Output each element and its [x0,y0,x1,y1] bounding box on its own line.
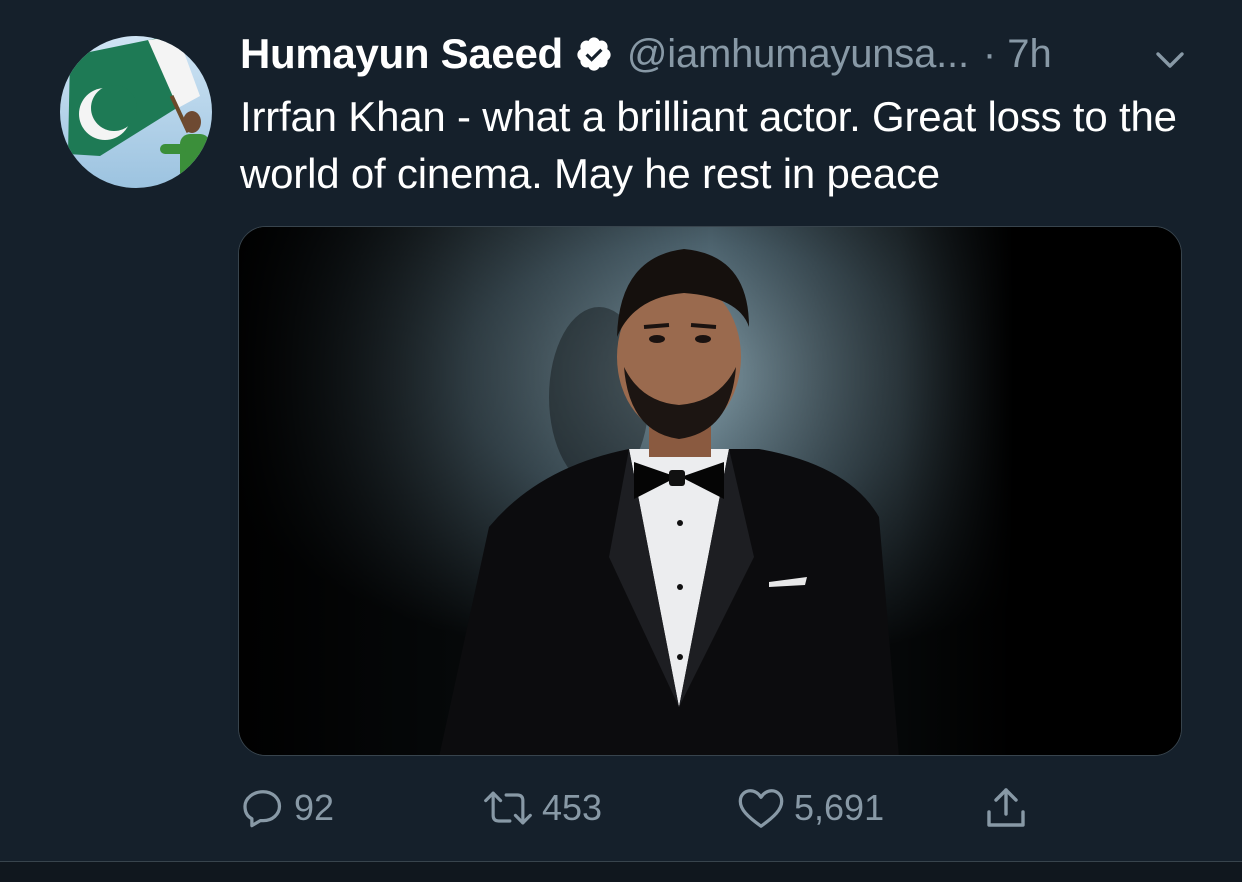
tweet-actions-bar: 92 453 5,691 [240,780,1060,836]
author-handle[interactable]: @iamhumayunsa... [627,32,969,77]
retweet-icon [484,791,532,825]
share-button[interactable] [982,780,1030,836]
like-count: 5,691 [794,787,885,828]
tweet-text: Irrfan Khan - what a brilliant actor. Gr… [240,93,1177,197]
like-button[interactable]: 5,691 [736,780,884,836]
share-upload-icon [987,788,1025,827]
avatar-image [60,36,212,188]
tweet-header: Humayun Saeed @iamhumayunsa... · 7h [240,24,1052,84]
reply-count: 92 [294,787,335,828]
tweet-timestamp[interactable]: · 7h [983,32,1052,77]
retweet-button[interactable]: 453 [482,780,602,836]
tweet-media-photo[interactable] [238,226,1182,756]
retweet-count: 453 [542,787,603,828]
reply-icon [243,790,282,828]
author-display-name[interactable]: Humayun Saeed [240,30,563,78]
verified-badge-icon [575,35,613,73]
reply-button[interactable]: 92 [240,780,334,836]
more-options-chevron-down-icon[interactable] [1150,40,1190,80]
photo-image [239,227,1181,755]
author-avatar[interactable] [60,36,212,188]
heart-icon [738,789,784,828]
tweet-card[interactable]: Humayun Saeed @iamhumayunsa... · 7h Irrf… [0,0,1242,862]
next-tweet-area [0,862,1242,882]
